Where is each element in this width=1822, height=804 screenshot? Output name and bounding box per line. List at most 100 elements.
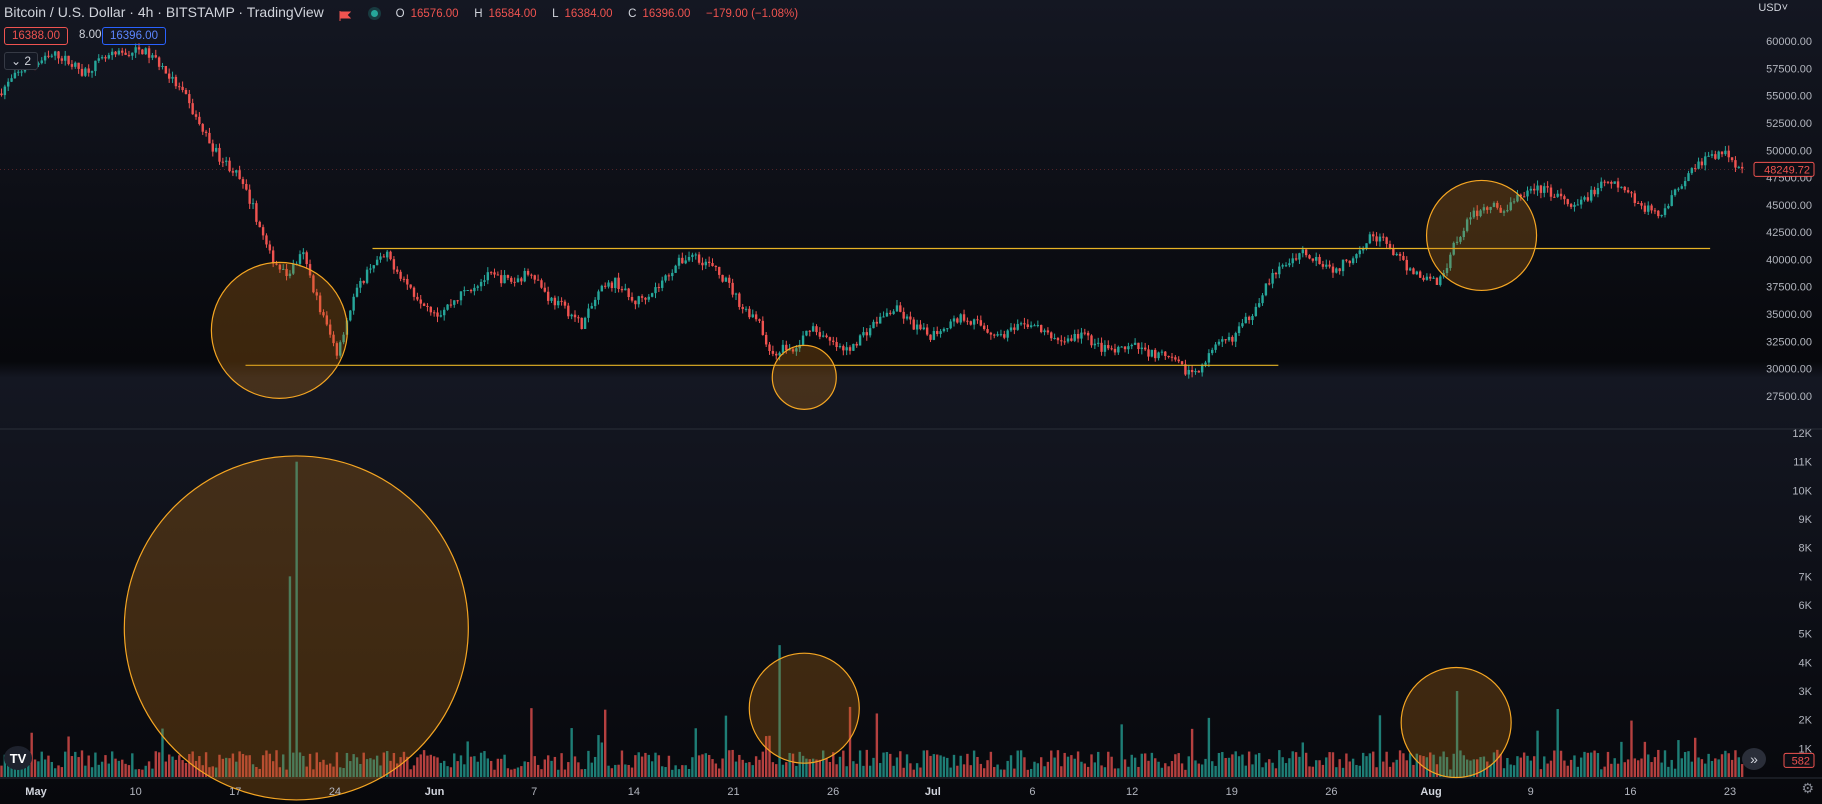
candle-body [583, 317, 587, 329]
candle-body [724, 277, 728, 282]
candle-body [1190, 369, 1194, 373]
candle-body [503, 275, 506, 284]
candle-body [124, 52, 127, 55]
volume-bar [1308, 766, 1311, 777]
candle-body [577, 317, 580, 319]
candle-body [513, 281, 516, 283]
candle-body [634, 300, 637, 305]
indicators-toggle[interactable]: ⌄ 2 [4, 52, 39, 70]
candle-body [892, 311, 895, 314]
volume-bar [181, 760, 184, 777]
buy-button[interactable]: 16396.00 [102, 27, 166, 45]
candle-body [1066, 338, 1070, 342]
volume-bar [43, 759, 47, 777]
candle-body [671, 272, 674, 277]
scroll-to-realtime-icon[interactable]: » [1742, 748, 1766, 770]
volume-bar [1060, 766, 1063, 777]
tradingview-logo-icon[interactable]: TV [4, 746, 32, 770]
volume-bar [1073, 758, 1076, 777]
chart-canvas[interactable]: 60000.00 57500.00 55000.00 52500.00 50000.00… [0, 0, 1822, 804]
candle-body [614, 277, 617, 289]
candle-body [785, 344, 788, 351]
candle-body [1110, 348, 1113, 350]
volume-bar [1365, 756, 1368, 777]
volume-bar [858, 750, 862, 777]
candle-body [134, 47, 137, 53]
candle-body [563, 301, 567, 306]
volume-bar [1261, 767, 1264, 777]
candle-body [1653, 210, 1657, 212]
candle-body [70, 64, 74, 67]
candle-body [999, 334, 1003, 336]
volume-bar [942, 756, 946, 777]
volume-bar [758, 759, 761, 777]
candle-body [701, 262, 704, 266]
volume-bar [637, 752, 640, 777]
candle-body [573, 314, 577, 318]
candle-body [1418, 271, 1422, 278]
volume-bar [1100, 765, 1103, 777]
volume-bar [1066, 756, 1070, 777]
candle-body [231, 171, 235, 173]
candle-body [1636, 202, 1640, 204]
candle-body [644, 297, 647, 300]
volume-bar [64, 751, 67, 777]
volume-bar [1016, 750, 1019, 777]
volume-bar [835, 764, 838, 777]
volume-bar [1231, 754, 1234, 777]
candle-body [1714, 154, 1717, 159]
volume-bar [1063, 752, 1066, 777]
candle-body [385, 251, 389, 258]
currency-selector[interactable]: USD˅ [1758, 2, 1788, 14]
candle-body [1640, 203, 1643, 206]
candle-body [845, 347, 848, 351]
candle-body [661, 280, 664, 288]
symbol-title[interactable]: Bitcoin / U.S. Dollar · 4h · BITSTAMP · … [4, 4, 324, 20]
candle-body [352, 296, 355, 311]
candle-body [235, 170, 238, 173]
candle-body [607, 282, 610, 287]
volume-bar [1610, 763, 1613, 777]
volume-bar [1090, 754, 1093, 777]
highlight-circle [210, 261, 348, 399]
candle-body [1358, 250, 1362, 255]
candle-body [298, 254, 302, 264]
volume-bar [1080, 761, 1083, 777]
flag-icon[interactable] [339, 9, 352, 21]
candle-body [738, 293, 741, 307]
volume-bar [946, 757, 949, 777]
volume-bar [131, 753, 134, 777]
volume-bar [1050, 750, 1053, 777]
market-status-icon[interactable] [371, 10, 379, 18]
candle-body [728, 277, 731, 283]
candle-body [889, 312, 892, 314]
volume-bar [493, 769, 496, 777]
candle-body [731, 282, 734, 295]
volume-bar [714, 763, 718, 777]
volume-bar [1217, 752, 1221, 777]
volume-tick-label: 8K [1799, 543, 1813, 555]
volume-bar [986, 760, 989, 777]
settings-gear-icon[interactable]: ⚙ [1801, 780, 1814, 797]
volume-bar [929, 755, 932, 777]
volume-bar [1180, 763, 1184, 777]
volume-bar [1693, 737, 1697, 777]
volume-bar [701, 754, 704, 777]
volume-bar [1294, 752, 1298, 777]
candle-body [1378, 236, 1382, 242]
sell-button[interactable]: 16388.00 [4, 27, 68, 45]
candle-body [1026, 324, 1029, 327]
volume-bar [1234, 751, 1237, 777]
volume-bar [1137, 766, 1140, 777]
candle-body [1432, 277, 1435, 279]
candle-body [1036, 325, 1040, 327]
candle-body [1257, 303, 1261, 307]
volume-bar [80, 750, 84, 777]
volume-bar [785, 762, 788, 777]
volume-bar [1720, 754, 1724, 777]
volume-bar [412, 765, 416, 777]
volume-bar [1167, 766, 1170, 777]
candle-body [533, 275, 536, 280]
candle-body [560, 300, 563, 302]
time-tick-label: 16 [1624, 786, 1636, 798]
